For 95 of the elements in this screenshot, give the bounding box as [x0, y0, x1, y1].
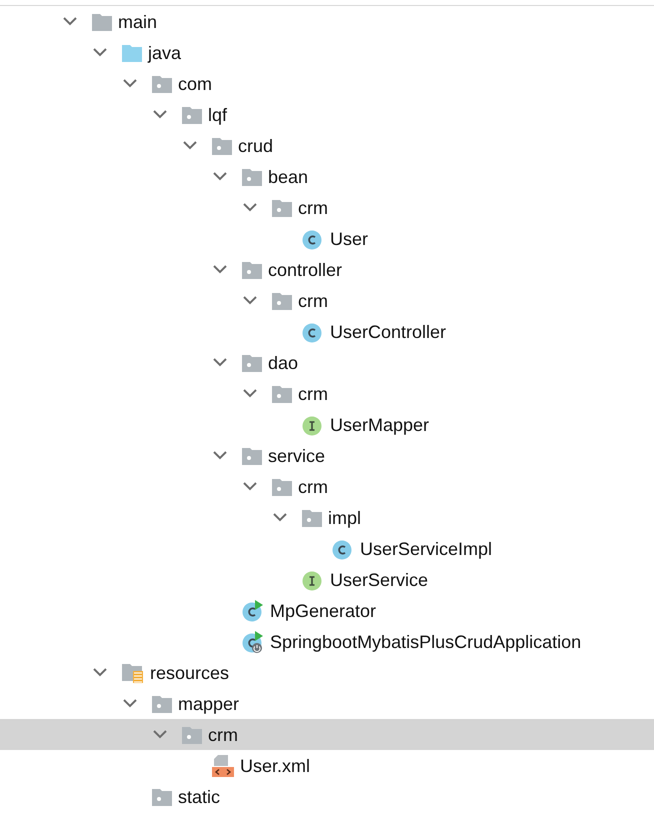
chevron-icon[interactable] — [153, 730, 167, 739]
tree-label: java — [148, 44, 182, 62]
chevron-icon[interactable] — [243, 389, 257, 398]
tree-row[interactable]: java — [0, 37, 654, 68]
tree-label: User.xml — [240, 756, 310, 774]
tree-label: crm — [298, 198, 328, 216]
class-icon — [242, 630, 264, 652]
tree-row[interactable]: com — [0, 68, 654, 99]
chevron-icon[interactable] — [93, 668, 107, 677]
tree-label: static — [178, 788, 220, 806]
chevron-icon[interactable] — [273, 513, 287, 522]
tree-label: UserController — [330, 322, 446, 340]
chevron-icon[interactable] — [123, 79, 137, 88]
xml-file-icon — [212, 754, 234, 776]
interface-icon — [302, 414, 324, 436]
tree-label: User — [330, 230, 368, 248]
tree-label: UserService — [330, 570, 428, 588]
folder-icon — [242, 446, 262, 464]
tree-row[interactable]: UserService — [0, 564, 654, 595]
folder-icon — [302, 508, 322, 526]
class-icon — [242, 600, 264, 622]
tree-label: UserServiceImpl — [360, 540, 492, 558]
tree-label: mapper — [178, 694, 240, 712]
chevron-icon[interactable] — [123, 699, 137, 708]
class-icon — [332, 538, 354, 560]
tree-row[interactable]: MpGenerator — [0, 595, 654, 626]
tree-row[interactable]: crm — [0, 471, 654, 502]
tree-row[interactable]: crud — [0, 130, 654, 161]
tree-row[interactable]: crm — [0, 285, 654, 316]
chevron-icon[interactable] — [213, 172, 227, 181]
tree-row[interactable]: static — [0, 781, 654, 812]
folder-icon — [272, 292, 292, 310]
tree-label: crm — [208, 726, 238, 744]
tree-row[interactable]: User — [0, 223, 654, 254]
interface-icon — [302, 568, 324, 590]
tree-label: controller — [268, 260, 342, 278]
tree-row[interactable]: resources — [0, 657, 654, 688]
tree-row[interactable]: User.xml — [0, 750, 654, 781]
tree-label: resources — [150, 664, 230, 682]
folder-icon — [152, 694, 172, 712]
chevron-icon[interactable] — [243, 482, 257, 491]
tree-label: service — [268, 446, 326, 464]
class-icon — [302, 320, 324, 342]
tree-label: crm — [298, 478, 328, 496]
folder-icon — [92, 12, 112, 30]
chevron-icon[interactable] — [213, 265, 227, 274]
folder-icon — [272, 198, 292, 216]
folder-icon — [152, 788, 172, 806]
tree-label: dao — [268, 354, 298, 372]
folder-icon — [122, 662, 144, 682]
tree-label: crud — [238, 136, 274, 154]
tree-label: UserMapper — [330, 416, 430, 434]
tree-row[interactable]: SpringbootMybatisPlusCrudApplication — [0, 626, 654, 657]
tree-row[interactable]: bean — [0, 161, 654, 192]
class-icon — [302, 228, 324, 250]
chevron-icon[interactable] — [153, 110, 167, 119]
tree-label: SpringbootMybatisPlusCrudApplication — [270, 632, 582, 650]
tree-row[interactable]: controller — [0, 254, 654, 285]
folder-icon — [152, 74, 172, 92]
folder-icon — [272, 384, 292, 402]
folder-icon — [272, 478, 292, 496]
chevron-icon[interactable] — [213, 358, 227, 367]
tree-label: crm — [298, 292, 328, 310]
tree-label: bean — [268, 168, 308, 186]
folder-icon — [242, 260, 262, 278]
tree-row[interactable]: UserController — [0, 316, 654, 347]
tree-row[interactable]: crm — [0, 719, 654, 750]
folder-icon — [182, 106, 202, 124]
chevron-icon[interactable] — [213, 451, 227, 460]
tree-row[interactable]: dao — [0, 347, 654, 378]
tree-row[interactable]: lqf — [0, 99, 654, 130]
folder-icon — [122, 44, 142, 62]
tree-label: lqf — [208, 106, 228, 124]
tree-row[interactable]: service — [0, 440, 654, 471]
tree-label: impl — [328, 508, 362, 526]
tree-row[interactable]: crm — [0, 192, 654, 223]
chevron-icon[interactable] — [243, 203, 257, 212]
chevron-icon[interactable] — [243, 296, 257, 305]
tree-row[interactable]: crm — [0, 378, 654, 409]
folder-icon — [242, 168, 262, 186]
folder-icon — [182, 726, 202, 744]
tree-label: com — [178, 74, 212, 92]
tree-label: MpGenerator — [270, 602, 376, 620]
tree-row[interactable]: UserServiceImpl — [0, 533, 654, 564]
tree-row[interactable]: main — [0, 6, 654, 37]
chevron-icon[interactable] — [63, 17, 77, 26]
folder-icon — [242, 354, 262, 372]
chevron-icon[interactable] — [183, 141, 197, 150]
tree-row[interactable]: UserMapper — [0, 409, 654, 440]
tree-row[interactable]: mapper — [0, 688, 654, 719]
tree-label: main — [118, 12, 158, 30]
chevron-icon[interactable] — [93, 48, 107, 57]
tree-label: crm — [298, 384, 328, 402]
tree-row[interactable]: impl — [0, 502, 654, 533]
folder-icon — [212, 136, 232, 154]
